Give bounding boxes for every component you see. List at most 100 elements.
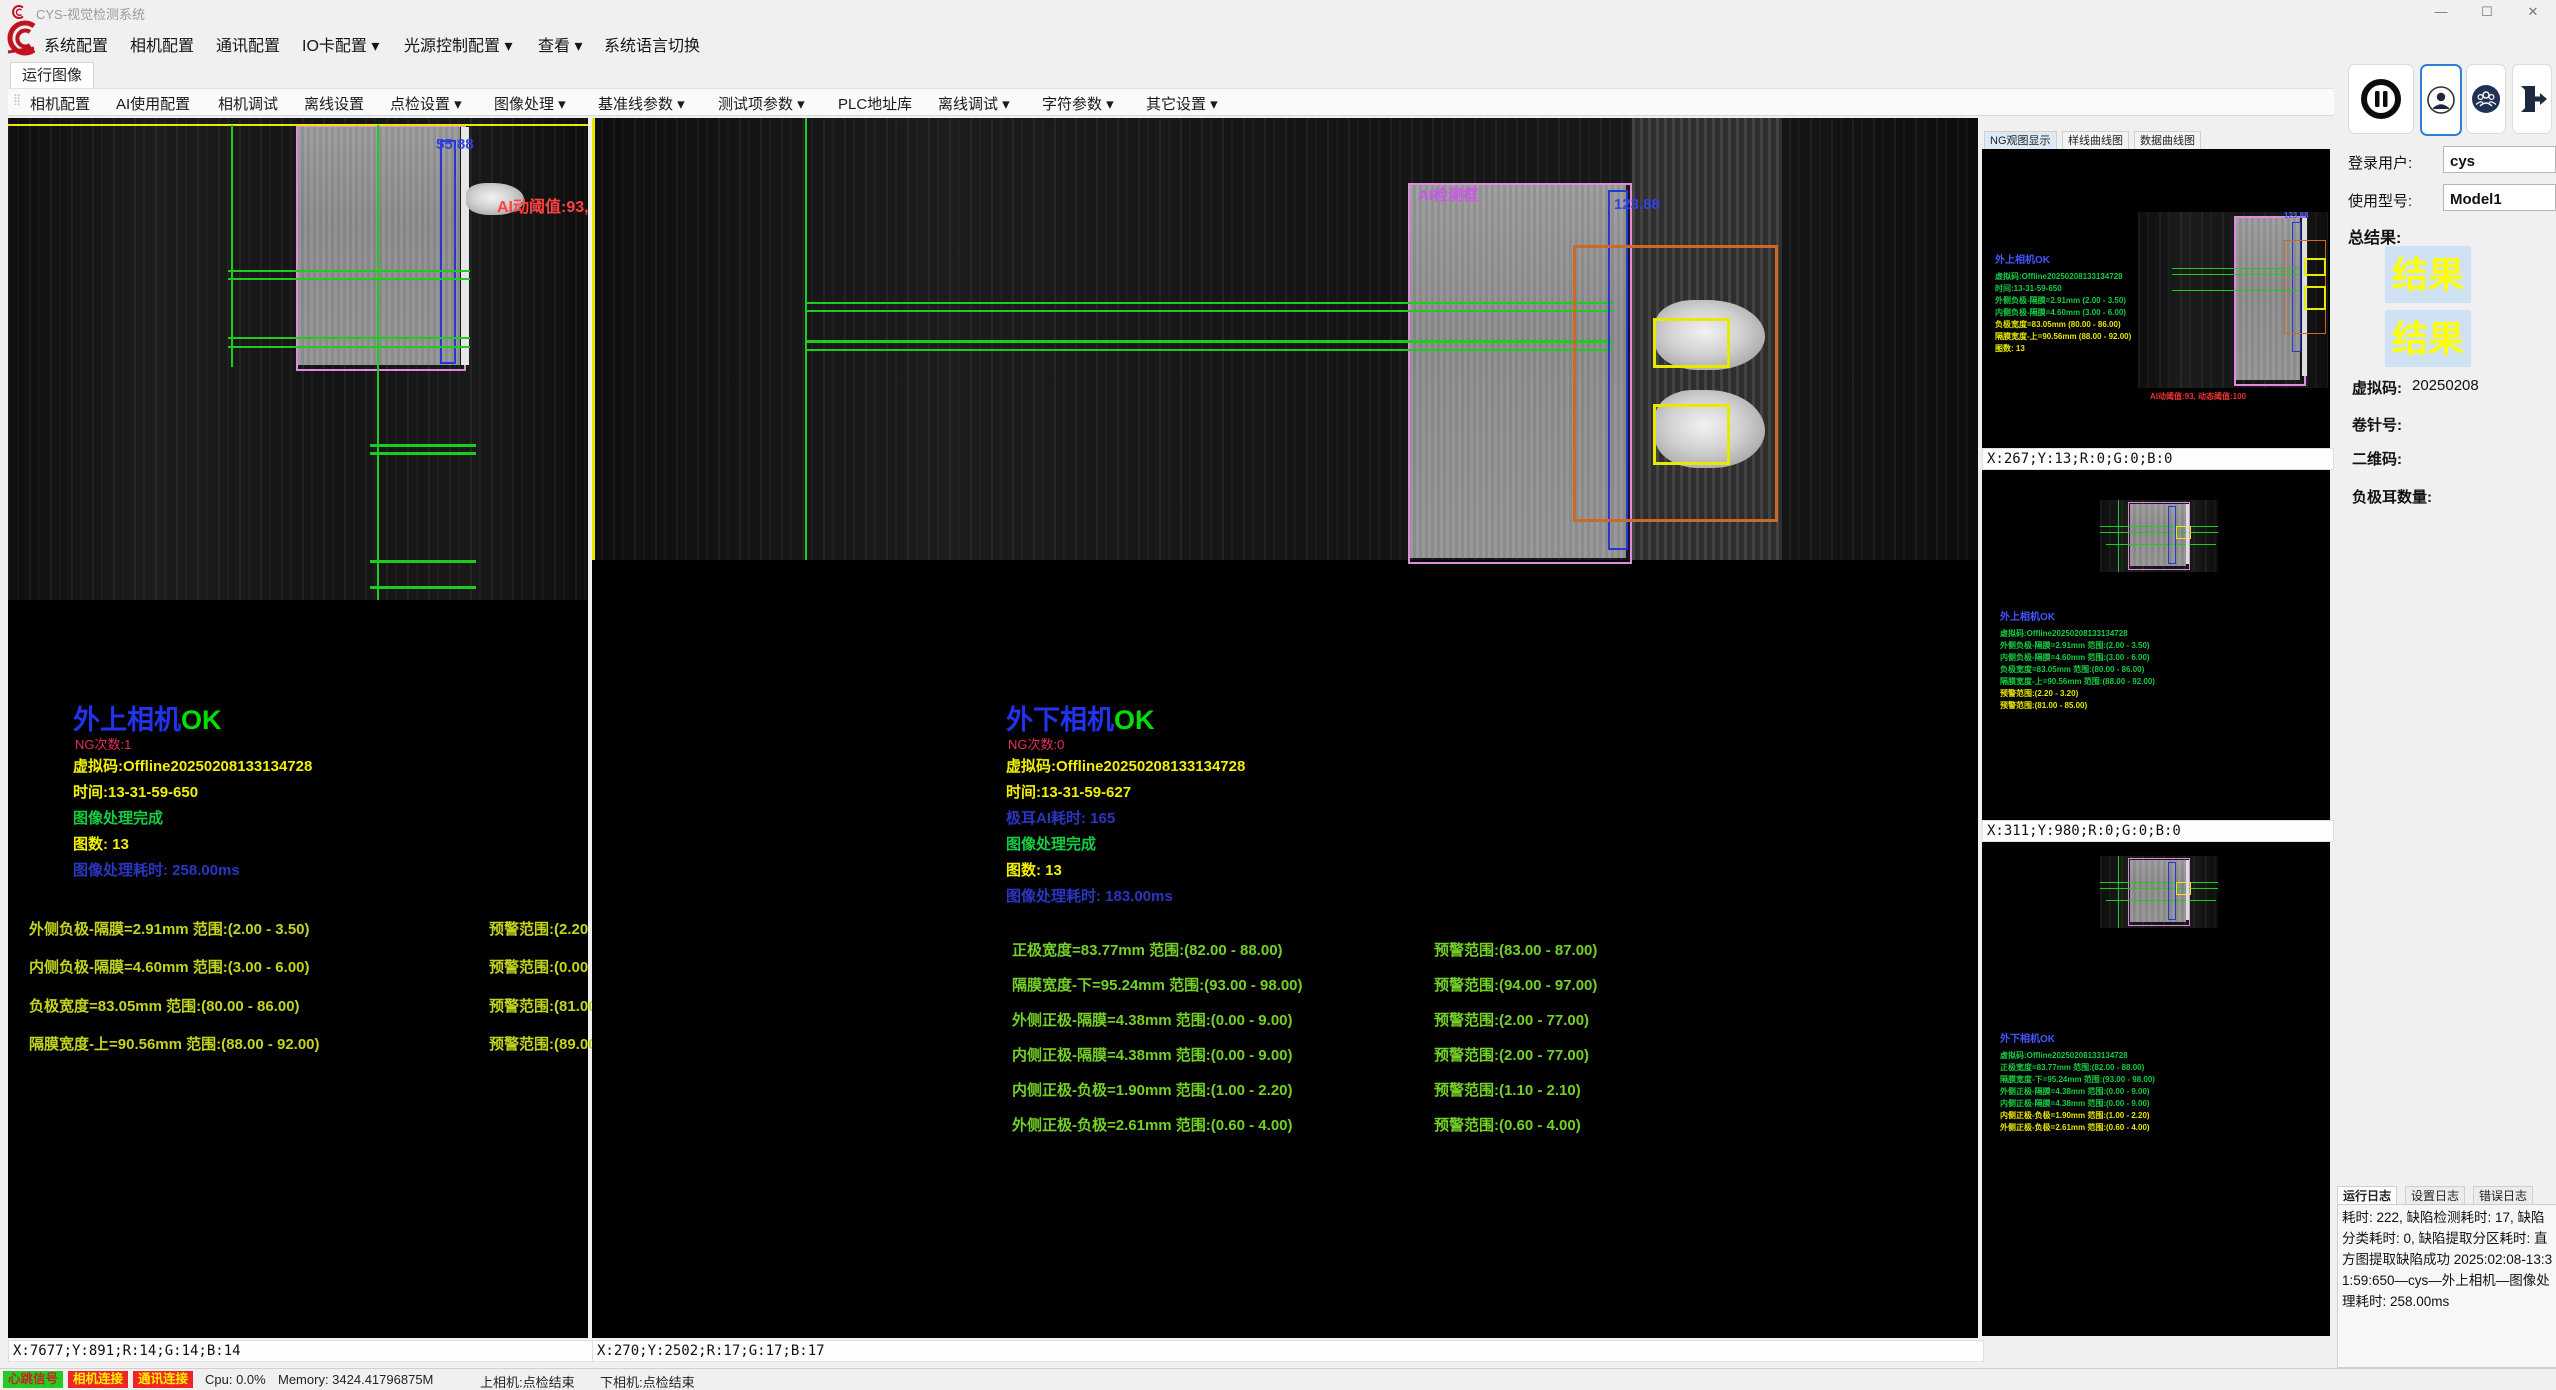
- toolbar-grip-icon[interactable]: ⣿: [13, 93, 19, 106]
- ng-thumb3-line: 内侧正极-负极=1.90mm 范围:(1.00 - 2.20): [2000, 1110, 2150, 1122]
- virtual-code-value: 20250208: [2412, 377, 2479, 394]
- center-process-time: 图像处理耗时: 183.00ms: [1006, 885, 1173, 906]
- tab-setting-log[interactable]: 设置日志: [2405, 1186, 2465, 1205]
- center-green-hline-1: [805, 302, 1613, 304]
- left-green-vline-1: [377, 125, 379, 600]
- bottom-camera-status-text: 下相机:点检结束: [600, 1372, 695, 1390]
- ng-thumb1-red-note: AI动阈值:93, 动态阈值:100: [2150, 391, 2246, 403]
- center-measure-warn: 预警范围:(0.60 - 4.00): [1434, 1114, 1581, 1135]
- tool-offline-setting[interactable]: 离线设置: [304, 93, 364, 114]
- ng-thumb-panel-1[interactable]: 123.88 AI动阈值:93, 动态阈值:100 外上相机OK 虚拟码:Off…: [1982, 149, 2330, 448]
- tab-data-curve[interactable]: 数据曲线图: [2134, 131, 2201, 150]
- left-green-hline-2: [228, 278, 470, 280]
- left-green-hline-1: [228, 270, 470, 272]
- menu-light-control-config[interactable]: 光源控制配置 ▾: [404, 32, 512, 56]
- center-measure-warn: 预警范围:(2.00 - 77.00): [1434, 1044, 1589, 1065]
- heartbeat-badge: 心跳信号: [3, 1371, 63, 1388]
- left-battery-image: [298, 127, 460, 365]
- center-orange-rect: [1573, 245, 1778, 522]
- user-icon: [2426, 85, 2456, 115]
- left-camera-title: 外上相机OK: [73, 698, 222, 737]
- ng-thumb2-line: 虚拟码:Offline20250208133134728: [2000, 628, 2128, 640]
- tab-ng-view[interactable]: NG观图显示: [1984, 131, 2057, 150]
- log-panel[interactable]: 耗时: 222, 缺陷检测耗时: 17, 缺陷分类耗时: 0, 缺陷提取分区耗时…: [2337, 1204, 2556, 1368]
- tool-ai-use-config[interactable]: AI使用配置: [116, 93, 190, 114]
- login-user-label: 登录用户:: [2348, 152, 2412, 173]
- left-ng-count: NG次数:1: [75, 734, 131, 753]
- model-label: 使用型号:: [2348, 190, 2412, 211]
- tab-sample-curve[interactable]: 样线曲线图: [2062, 131, 2129, 150]
- tool-char-params[interactable]: 字符参数 ▾: [1042, 93, 1114, 114]
- tool-spot-check-setting[interactable]: 点检设置 ▾: [390, 93, 462, 114]
- pause-icon: [2359, 77, 2403, 121]
- pause-button[interactable]: [2348, 64, 2414, 134]
- menu-system-config[interactable]: 系统配置: [44, 32, 108, 56]
- center-yellow-vline: [592, 118, 595, 560]
- tool-camera-config[interactable]: 相机配置: [30, 93, 90, 114]
- maximize-button[interactable]: ☐: [2464, 0, 2510, 23]
- user-management-button[interactable]: [2466, 64, 2506, 134]
- total-result-label: 总结果:: [2348, 224, 2401, 248]
- tool-offline-debug[interactable]: 离线调试 ▾: [938, 93, 1010, 114]
- top-camera-status-text: 上相机:点检结束: [480, 1372, 575, 1390]
- menu-io-card-config[interactable]: IO卡配置 ▾: [302, 32, 379, 56]
- ng-thumb1-line: 隔膜宽度-上=90.56mm (88.00 - 92.00): [1995, 331, 2131, 343]
- menu-bar: 系统配置 相机配置 通讯配置 IO卡配置 ▾ 光源控制配置 ▾ 查看 ▾ 系统语…: [0, 24, 2556, 62]
- center-measure-warn: 预警范围:(83.00 - 87.00): [1434, 939, 1597, 960]
- ng-thumb2-line: 隔膜宽度-上=90.56mm 范围:(88.00 - 92.00): [2000, 676, 2155, 688]
- menu-view[interactable]: 查看 ▾: [538, 32, 582, 56]
- ng-thumb3-line: 隔膜宽度-下=95.24mm 范围:(93.00 - 98.00): [2000, 1074, 2155, 1086]
- left-green-vline-2: [231, 125, 233, 367]
- left-time: 时间:13-31-59-650: [73, 781, 198, 802]
- minimize-button[interactable]: —: [2418, 0, 2464, 23]
- left-camera-title-name: 外上相机: [73, 705, 181, 735]
- left-measure-rect: [440, 140, 456, 364]
- left-measure-row: 外侧负极-隔膜=2.91mm 范围:(2.00 - 3.50): [29, 918, 310, 939]
- tool-camera-debug[interactable]: 相机调试: [218, 93, 278, 114]
- users-group-icon: [2470, 83, 2502, 115]
- center-ai-box-label: AI检测框: [1418, 184, 1478, 205]
- tool-other-settings[interactable]: 其它设置 ▾: [1146, 93, 1218, 114]
- left-vcode: 虚拟码:Offline20250208133134728: [73, 755, 312, 776]
- ng-thumb-panel-3[interactable]: 外下相机OK 虚拟码:Offline20250208133134728 正极宽度…: [1982, 842, 2330, 1336]
- ng-thumb3-image: [2100, 856, 2218, 928]
- winding-pin-label: 卷针号:: [2352, 414, 2402, 435]
- left-green-hline-8: [370, 586, 476, 589]
- center-camera-title-name: 外下相机: [1006, 705, 1114, 735]
- toolbar: ⣿ 相机配置 AI使用配置 相机调试 离线设置 点检设置 ▾ 图像处理 ▾ 基准…: [8, 88, 2334, 116]
- tool-plc-address-lib[interactable]: PLC地址库: [838, 93, 912, 114]
- model-input[interactable]: [2443, 184, 2556, 211]
- tool-test-item-params[interactable]: 测试项参数 ▾: [718, 93, 805, 114]
- result-badge-1: 结果: [2385, 246, 2471, 303]
- center-green-hline-2: [805, 310, 1613, 312]
- ng-thumb2-line: 预警范围:(2.20 - 3.20): [2000, 688, 2078, 700]
- left-camera-panel: AI动阈值:93, 动态阈值:100 55.88 外上相机OK NG次数:1 虚…: [8, 118, 588, 1338]
- center-measure-row: 内侧正极-负极=1.90mm 范围:(1.00 - 2.20): [1012, 1079, 1293, 1100]
- center-camera-title: 外下相机OK: [1006, 698, 1155, 737]
- center-measure-warn: 预警范围:(94.00 - 97.00): [1434, 974, 1597, 995]
- login-user-input[interactable]: [2443, 146, 2556, 173]
- window-title: CYS-视觉检测系统: [36, 4, 145, 23]
- tab-run-image[interactable]: 运行图像: [10, 62, 94, 89]
- center-camera-panel: AI检测框 123.88 外下相机OK NG次数:0 虚拟码:Offline20…: [592, 118, 1978, 1338]
- exit-icon: [2516, 83, 2548, 115]
- tab-error-log[interactable]: 错误日志: [2473, 1186, 2533, 1205]
- menu-comm-config[interactable]: 通讯配置: [216, 32, 280, 56]
- ng-thumb1-line: 外上相机OK: [1995, 255, 2050, 267]
- ng-thumb1-line: 时间:13-31-59-650: [1995, 283, 2062, 295]
- menu-camera-config[interactable]: 相机配置: [130, 32, 194, 56]
- tab-run-log[interactable]: 运行日志: [2337, 1186, 2397, 1205]
- close-button[interactable]: ✕: [2510, 0, 2556, 23]
- ng-thumb-panel-2[interactable]: 外上相机OK 虚拟码:Offline20250208133134728 外侧负极…: [1982, 470, 2330, 820]
- ng-thumb1-edge-value: 123.88: [2284, 210, 2308, 222]
- comm-link-badge: 通讯连接: [133, 1371, 193, 1388]
- exit-button[interactable]: [2512, 64, 2552, 134]
- center-green-hline-4: [805, 349, 1613, 351]
- menu-language-switch[interactable]: 系统语言切换: [604, 32, 700, 56]
- tool-image-process[interactable]: 图像处理 ▾: [494, 93, 566, 114]
- tool-baseline-params[interactable]: 基准线参数 ▾: [598, 93, 685, 114]
- center-measure-warn: 预警范围:(2.00 - 77.00): [1434, 1009, 1589, 1030]
- current-user-button[interactable]: [2420, 64, 2462, 136]
- left-process-time: 图像处理耗时: 258.00ms: [73, 859, 240, 880]
- ng-thumb3-line: 虚拟码:Offline20250208133134728: [2000, 1050, 2128, 1062]
